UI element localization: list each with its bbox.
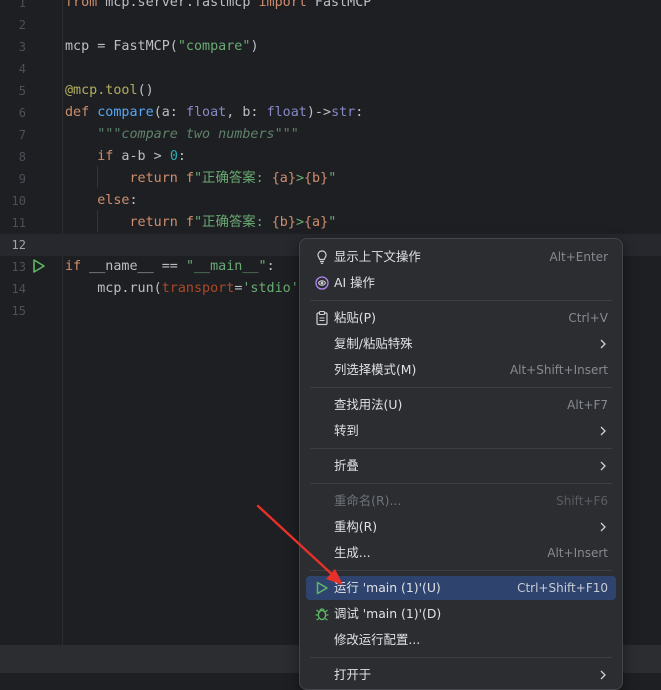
menu-item-refactor[interactable]: 重构(R) <box>306 515 616 539</box>
menu-separator <box>310 657 612 658</box>
chevron-right-icon <box>600 522 606 532</box>
line-number: 10 <box>11 194 26 208</box>
line-number: 6 <box>18 106 26 120</box>
chevron-right-icon <box>600 670 606 680</box>
chevron-right-icon <box>600 461 606 471</box>
menu-separator <box>310 483 612 484</box>
menu-item-folding[interactable]: 折叠 <box>306 454 616 478</box>
code-line-5[interactable]: 5 @mcp.tool() <box>0 80 661 102</box>
menu-separator <box>310 387 612 388</box>
menu-item-rename-disabled: 重命名(R)... Shift+F6 <box>334 493 608 508</box>
menu-item-ai-actions[interactable]: AI 操作 <box>306 271 616 295</box>
menu-item-show-context-actions[interactable]: 显示上下文操作 Alt+Enter <box>306 245 616 269</box>
line-number: 9 <box>18 172 26 186</box>
clipboard-icon <box>316 310 328 326</box>
line-number: 15 <box>11 304 26 318</box>
menu-item-modify-run-config[interactable]: 修改运行配置... <box>306 628 616 652</box>
line-number: 2 <box>18 18 26 32</box>
menu-item-generate[interactable]: 生成... Alt+Insert <box>306 541 616 565</box>
line-number: 3 <box>18 40 26 54</box>
debug-bug-icon <box>315 608 329 621</box>
ai-icon <box>315 276 329 290</box>
line-number: 13 <box>11 260 26 274</box>
code-line-6[interactable]: 6 def compare(a: float, b: float)->str: <box>0 102 661 124</box>
line-number: 7 <box>18 128 26 142</box>
line-number: 11 <box>11 216 26 230</box>
bulb-icon <box>317 250 327 264</box>
code-line-2[interactable]: 2 <box>0 14 661 36</box>
menu-separator <box>310 570 612 571</box>
code-line-9[interactable]: 9 return f"正确答案: {a}>{b}" <box>0 168 661 190</box>
code-line-4[interactable]: 4 <box>0 58 661 80</box>
code-line-1[interactable]: 1 from mcp.server.fastmcp import FastMCP <box>0 0 661 14</box>
menu-separator <box>310 448 612 449</box>
run-icon <box>316 581 328 595</box>
menu-item-column-selection-mode[interactable]: 列选择模式(M) Alt+Shift+Insert <box>306 358 616 382</box>
menu-item-run-main[interactable]: 运行 'main (1)'(U) Ctrl+Shift+F10 <box>306 576 616 600</box>
menu-item-debug-main[interactable]: 调试 'main (1)'(D) <box>306 602 616 626</box>
line-number: 5 <box>18 84 26 98</box>
menu-item-open-in[interactable]: 打开于 <box>306 663 616 687</box>
context-menu: 显示上下文操作 Alt+Enter AI 操作 粘贴(P) Ctrl+V 复制/… <box>299 238 623 690</box>
menu-separator <box>310 300 612 301</box>
line-number: 1 <box>18 0 26 10</box>
menu-item-copy-paste-special[interactable]: 复制/粘贴特殊 <box>306 332 616 356</box>
code-line-11[interactable]: 11 return f"正确答案: {b}>{a}" <box>0 212 661 234</box>
code-line-3[interactable]: 3 mcp = FastMCP("compare") <box>0 36 661 58</box>
code-line-10[interactable]: 10 else: <box>0 190 661 212</box>
chevron-right-icon <box>600 426 606 436</box>
code-line-7[interactable]: 7 """compare two numbers""" <box>0 124 661 146</box>
chevron-right-icon <box>600 339 606 349</box>
line-number: 14 <box>11 282 26 296</box>
menu-item-find-usages[interactable]: 查找用法(U) Alt+F7 <box>306 393 616 417</box>
menu-item-go-to[interactable]: 转到 <box>306 419 616 443</box>
line-number: 12 <box>11 238 26 252</box>
line-number: 4 <box>18 62 26 76</box>
code-line-8[interactable]: 8 if a-b > 0: <box>0 146 661 168</box>
line-number: 8 <box>18 150 26 164</box>
gutter-run-icon[interactable] <box>32 259 46 273</box>
menu-item-paste[interactable]: 粘贴(P) Ctrl+V <box>306 306 616 330</box>
